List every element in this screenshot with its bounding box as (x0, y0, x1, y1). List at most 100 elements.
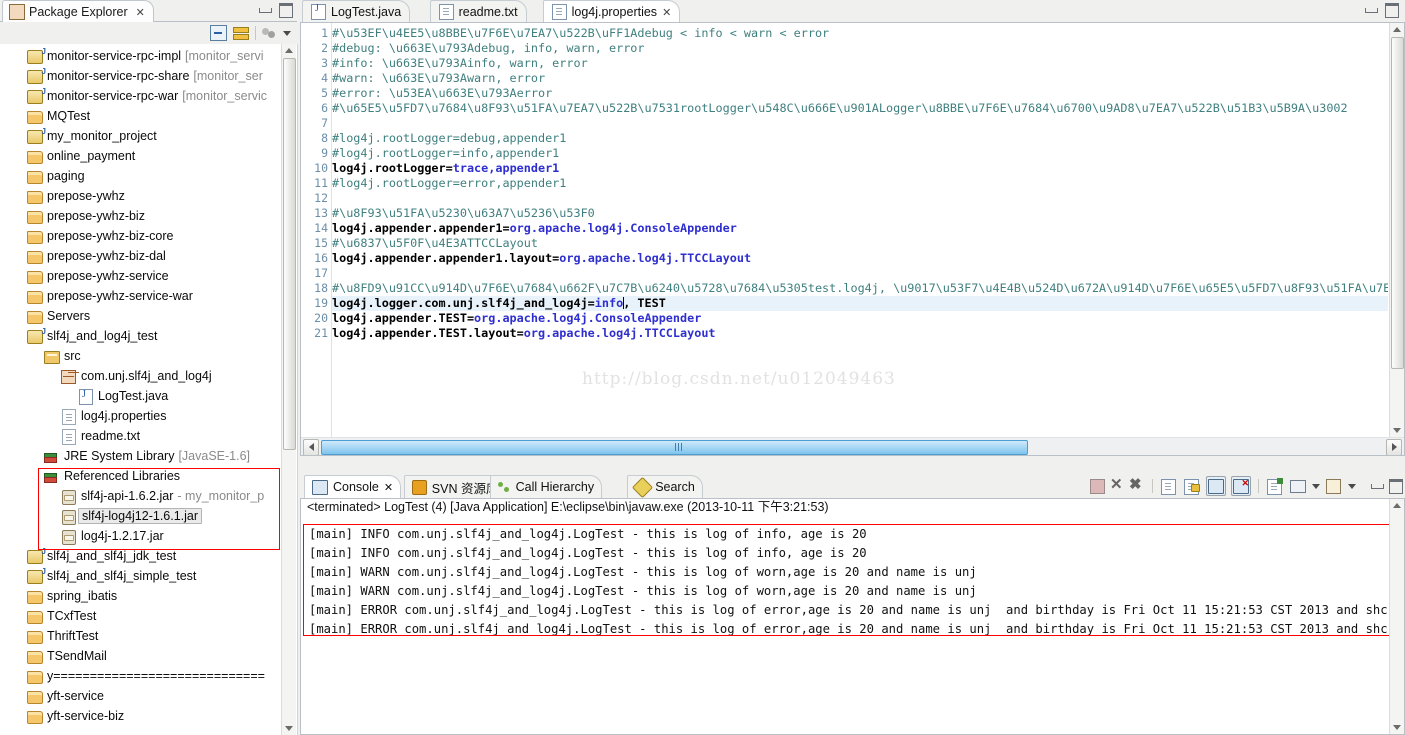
tree-item-com-unj-slf4j-and-log4j[interactable]: com.unj.slf4j_and_log4j (0, 366, 297, 386)
open-console-dropdown-icon[interactable] (1348, 483, 1356, 489)
package-icon (61, 368, 77, 384)
close-icon[interactable]: ✕ (136, 6, 145, 19)
editor-scrollbar-thumb[interactable] (1391, 37, 1404, 369)
tree-item-online-payment[interactable]: online_payment (0, 146, 297, 166)
tree-item-y[interactable]: y============================= (0, 666, 297, 686)
tab-call-hierarchy[interactable]: Call Hierarchy (489, 475, 603, 498)
tree-item-slf4j-and-slf4j-simple-test[interactable]: slf4j_and_slf4j_simple_test (0, 566, 297, 586)
open-console-button[interactable] (1325, 477, 1343, 495)
line-number: 3 (321, 56, 328, 70)
close-icon[interactable]: ✕ (662, 6, 671, 19)
pin-console-button[interactable] (1266, 477, 1284, 495)
tree-item-readme-txt[interactable]: readme.txt (0, 426, 297, 446)
hscroll-right-button[interactable] (1386, 439, 1402, 455)
tree-item-yft-service[interactable]: yft-service (0, 686, 297, 706)
tree-item-monitor-service-rpc-war[interactable]: monitor-service-rpc-war[monitor_servic (0, 86, 297, 106)
maximize-editor-button[interactable] (1385, 3, 1399, 18)
tree-item-thrifttest[interactable]: ThriftTest (0, 626, 297, 646)
tree-item-yft-service-biz[interactable]: yft-service-biz (0, 706, 297, 726)
remove-launch-button[interactable]: ✕ (1110, 477, 1124, 495)
tree-item-paging[interactable]: paging (0, 166, 297, 186)
eclipse-workbench: Package Explorer ✕ monit (0, 0, 1405, 735)
code-line: log4j.rootLogger=trace,appender1 (332, 161, 1388, 176)
tree-item-prepose-ywhz-service[interactable]: prepose-ywhz-service (0, 266, 297, 286)
remove-all-terminated-button[interactable]: ✖ (1129, 477, 1145, 495)
tab-console[interactable]: Console ✕ (304, 475, 402, 498)
file-icon (61, 428, 77, 445)
collapse-all-icon[interactable] (210, 25, 227, 41)
tab-logtest-java[interactable]: LogTest.java (302, 0, 411, 23)
console-view[interactable]: <terminated> LogTest (4) [Java Applicati… (300, 498, 1405, 735)
tree-item-my-monitor-project[interactable]: my_monitor_project (0, 126, 297, 146)
minimize-view-button[interactable] (259, 8, 272, 13)
code-line: #debug: \u663E\u793Adebug, info, warn, e… (332, 41, 1388, 56)
tree-item-tsendmail[interactable]: TSendMail (0, 646, 297, 666)
view-menu-icon[interactable] (283, 30, 291, 36)
terminate-button[interactable] (1090, 478, 1105, 494)
tab-search[interactable]: Search (627, 475, 703, 498)
editor-scroll-up-button[interactable] (1390, 23, 1403, 36)
tree-item-prepose-ywhz[interactable]: prepose-ywhz (0, 186, 297, 206)
maximize-view-button[interactable] (279, 3, 293, 18)
code-text-area[interactable]: #\u53EF\u4EE5\u8BBE\u7F6E\u7EA7\u522B\uF… (332, 23, 1388, 437)
editor-tab-label: readme.txt (458, 5, 518, 19)
tree-scrollbar-thumb[interactable] (283, 58, 296, 450)
scroll-lock-button[interactable] (1183, 477, 1201, 495)
tree-item-slf4j-and-log4j-test[interactable]: slf4j_and_log4j_test (0, 326, 297, 346)
close-icon[interactable]: ✕ (384, 481, 393, 494)
source-editor[interactable]: 1 2 3 4 5 6 7 8 9 10 11 12 13 14 15 16 17 18 19 20 21 #\u53E… (300, 22, 1405, 456)
tree-item-log4j-1-2-17-jar[interactable]: log4j-1.2.17.jar (0, 526, 297, 546)
tab-log4j-properties[interactable]: log4j.properties ✕ (542, 0, 681, 23)
minimize-console-button[interactable] (1371, 483, 1384, 489)
tree-item-monitor-service-rpc-impl[interactable]: monitor-service-rpc-impl[monitor_servi (0, 46, 297, 66)
code-line: #info: \u663E\u793Ainfo, warn, error (332, 56, 1388, 71)
minimize-editor-button[interactable] (1365, 8, 1378, 13)
scroll-down-button[interactable] (282, 722, 295, 735)
view-menu-filters-icon[interactable] (262, 26, 277, 40)
console-scroll-down-button[interactable] (1390, 721, 1403, 734)
tree-item-prepose-ywhz-biz-dal[interactable]: prepose-ywhz-biz-dal (0, 246, 297, 266)
console-scroll-up-button[interactable] (1390, 499, 1403, 512)
java-file-icon (78, 388, 94, 405)
hscroll-left-button[interactable] (303, 439, 319, 455)
tree-scrollbar[interactable] (281, 44, 296, 735)
editor-horizontal-scrollbar[interactable] (301, 437, 1404, 455)
code-line: #log4j.rootLogger=info,appender1 (332, 146, 1388, 161)
display-console-dropdown-icon[interactable] (1312, 483, 1320, 489)
tree-item-prepose-ywhz-biz-core[interactable]: prepose-ywhz-biz-core (0, 226, 297, 246)
tree-item-mqtest[interactable]: MQTest (0, 106, 297, 126)
tab-readme-txt[interactable]: readme.txt (429, 0, 527, 23)
console-output[interactable]: [main] INFO com.unj.slf4j_and_log4j.LogT… (303, 525, 1388, 732)
tree-item-logtest-java[interactable]: LogTest.java (0, 386, 297, 406)
code-property-value: org.apache.log4j.ConsoleAppender (509, 221, 737, 235)
tree-item-slf4j-api-1-6-2-jar[interactable]: slf4j-api-1.6.2.jar - my_monitor_p (0, 486, 297, 506)
package-explorer-tree[interactable]: monitor-service-rpc-impl[monitor_servimo… (0, 44, 298, 735)
tab-package-explorer[interactable]: Package Explorer ✕ (2, 0, 154, 23)
code-line: log4j.appender.appender1.layout=org.apac… (332, 251, 1388, 266)
maximize-console-button[interactable] (1389, 478, 1403, 494)
display-selected-console-button[interactable] (1289, 477, 1307, 495)
tree-item-servers[interactable]: Servers (0, 306, 297, 326)
tree-item-log4j-properties[interactable]: log4j.properties (0, 406, 297, 426)
tree-item-src[interactable]: src (0, 346, 297, 366)
show-console-on-error-button[interactable]: ✕ (1231, 476, 1251, 496)
tree-item-referenced-libraries[interactable]: Referenced Libraries (0, 466, 297, 486)
tree-item-prepose-ywhz-biz[interactable]: prepose-ywhz-biz (0, 206, 297, 226)
console-log-line: [main] WARN com.unj.slf4j_and_log4j.LogT… (309, 565, 977, 579)
tree-item-tcxftest[interactable]: TCxfTest (0, 606, 297, 626)
show-console-on-output-button[interactable] (1206, 476, 1226, 496)
link-with-editor-icon[interactable] (233, 26, 249, 40)
hscroll-thumb[interactable] (321, 440, 1028, 455)
scroll-up-button[interactable] (282, 44, 295, 57)
tree-item-monitor-service-rpc-share[interactable]: monitor-service-rpc-share[monitor_ser (0, 66, 297, 86)
clear-console-button[interactable] (1160, 477, 1178, 495)
project-java-icon (27, 127, 46, 144)
tree-item-slf4j-log4j12-1-6-1-jar[interactable]: slf4j-log4j12-1.6.1.jar (0, 506, 297, 526)
console-vertical-scrollbar[interactable] (1389, 499, 1404, 734)
tree-item-prepose-ywhz-service-war[interactable]: prepose-ywhz-service-war (0, 286, 297, 306)
tree-item-jre-system-library[interactable]: JRE System Library [JavaSE-1.6] (0, 446, 297, 466)
editor-vertical-scrollbar[interactable] (1389, 23, 1404, 437)
tree-item-spring-ibatis[interactable]: spring_ibatis (0, 586, 297, 606)
tree-item-slf4j-and-slf4j-jdk-test[interactable]: slf4j_and_slf4j_jdk_test (0, 546, 297, 566)
editor-scroll-down-button[interactable] (1390, 424, 1403, 437)
